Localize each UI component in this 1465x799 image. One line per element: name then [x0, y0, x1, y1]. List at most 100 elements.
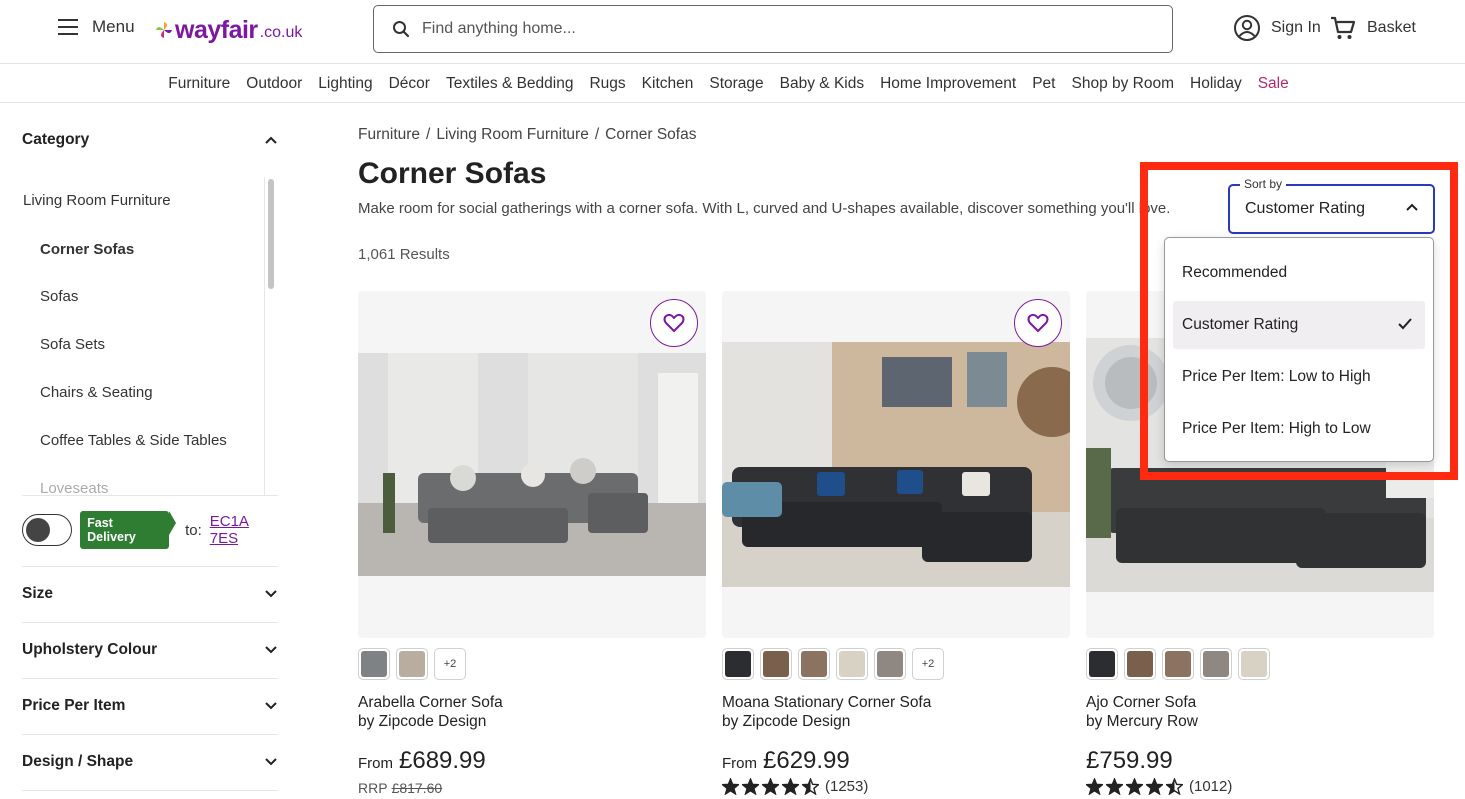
- sort-option-customer-rating[interactable]: Customer Rating: [1173, 301, 1425, 349]
- sign-in-button[interactable]: Sign In: [1233, 14, 1321, 42]
- nav-item-holiday[interactable]: Holiday: [1190, 75, 1242, 93]
- sort-select[interactable]: Customer Rating: [1228, 184, 1435, 234]
- product-image[interactable]: [722, 291, 1070, 638]
- breadcrumb-separator: /: [594, 126, 600, 143]
- product-card: +2 Arabella Corner Sofa by Zipcode Desig…: [358, 291, 706, 796]
- more-colors[interactable]: +2: [912, 648, 944, 680]
- nav-item-furniture[interactable]: Furniture: [168, 75, 230, 93]
- rrp-label: RRP: [358, 780, 388, 796]
- product-image[interactable]: [358, 291, 706, 638]
- category-parent-link[interactable]: Living Room Furniture: [23, 192, 171, 209]
- color-swatch[interactable]: [1124, 648, 1156, 680]
- checkmark-icon: [1398, 318, 1412, 330]
- fast-delivery-toggle[interactable]: [22, 514, 73, 546]
- color-swatch[interactable]: [874, 648, 906, 680]
- nav-item-shop-by-room[interactable]: Shop by Room: [1071, 75, 1174, 93]
- color-swatch[interactable]: [358, 648, 390, 680]
- heart-icon: [663, 313, 685, 332]
- facet-design-shape-label: Design / Shape: [22, 753, 134, 770]
- search-bar: [373, 5, 1173, 53]
- sofa-photo: [722, 342, 1070, 587]
- category-header[interactable]: Category: [22, 129, 278, 151]
- category-item-chairs-seating[interactable]: Chairs & Seating: [40, 384, 153, 401]
- color-swatch[interactable]: [760, 648, 792, 680]
- sofa-photo: [358, 353, 706, 576]
- wishlist-button[interactable]: [650, 299, 698, 347]
- star-icon: [802, 778, 819, 795]
- chevron-up-icon: [265, 136, 277, 144]
- option-label: Price Per Item: High to Low: [1182, 420, 1371, 437]
- product-price: From £629.99: [722, 747, 850, 775]
- product-name: Arabella Corner Sofa: [358, 694, 503, 711]
- nav-item-baby-kids[interactable]: Baby & Kids: [780, 75, 864, 93]
- sort-option-price-low-high[interactable]: Price Per Item: Low to High: [1173, 353, 1425, 401]
- star-icon: [782, 778, 799, 795]
- page-description: Make room for social gatherings with a c…: [358, 200, 1171, 217]
- color-swatch[interactable]: [722, 648, 754, 680]
- category-nav: Furniture Outdoor Lighting Décor Textile…: [0, 65, 1465, 103]
- chevron-up-icon: [1406, 203, 1418, 211]
- chevron-down-icon: [265, 758, 277, 766]
- product-rating[interactable]: (1012): [1086, 778, 1232, 795]
- product-title[interactable]: Ajo Corner Sofa by Mercury Row: [1086, 693, 1198, 731]
- hamburger-icon: [58, 19, 78, 35]
- color-swatch[interactable]: [836, 648, 868, 680]
- product-brand: by Zipcode Design: [722, 713, 851, 730]
- product-name: Moana Stationary Corner Sofa: [722, 694, 932, 711]
- breadcrumb-furniture[interactable]: Furniture: [358, 126, 420, 144]
- color-swatch[interactable]: [396, 648, 428, 680]
- nav-item-lighting[interactable]: Lighting: [318, 75, 372, 93]
- chevron-down-icon: [265, 590, 277, 598]
- category-item-sofa-sets[interactable]: Sofa Sets: [40, 336, 105, 353]
- star-icon: [1126, 778, 1143, 795]
- nav-item-textiles-bedding[interactable]: Textiles & Bedding: [446, 75, 574, 93]
- category-item-corner-sofas[interactable]: Corner Sofas: [40, 241, 134, 258]
- nav-item-storage[interactable]: Storage: [709, 75, 763, 93]
- breadcrumb-corner-sofas[interactable]: Corner Sofas: [605, 126, 696, 144]
- star-icon: [1146, 778, 1163, 795]
- option-label: Price Per Item: Low to High: [1182, 368, 1371, 385]
- facet-upholstery-colour[interactable]: Upholstery Colour: [22, 622, 278, 678]
- wishlist-button[interactable]: [1014, 299, 1062, 347]
- product-title[interactable]: Moana Stationary Corner Sofa by Zipcode …: [722, 693, 931, 731]
- sort-option-recommended[interactable]: Recommended: [1173, 249, 1425, 297]
- postcode-link[interactable]: EC1A 7ES: [210, 513, 278, 547]
- category-scrollbar-thumb[interactable]: [268, 179, 274, 289]
- product-rating[interactable]: (1253): [722, 778, 868, 795]
- more-colors[interactable]: +2: [434, 648, 466, 680]
- facet-design-shape[interactable]: Design / Shape: [22, 734, 278, 790]
- basket-button[interactable]: Basket: [1329, 14, 1416, 42]
- star-icon: [722, 778, 739, 795]
- review-count: (1253): [825, 778, 869, 795]
- results-count: 1,061 Results: [358, 246, 450, 263]
- nav-item-decor[interactable]: Décor: [389, 75, 430, 93]
- sort-option-price-high-low[interactable]: Price Per Item: High to Low: [1173, 405, 1425, 453]
- cart-icon: [1331, 16, 1356, 39]
- color-swatch[interactable]: [1162, 648, 1194, 680]
- nav-item-sale[interactable]: Sale: [1258, 75, 1289, 93]
- search-input[interactable]: [422, 20, 1122, 38]
- color-swatch[interactable]: [798, 648, 830, 680]
- heart-icon: [1027, 313, 1049, 332]
- menu-button[interactable]: Menu: [58, 17, 135, 37]
- nav-item-pet[interactable]: Pet: [1032, 75, 1055, 93]
- logo-word: wayfair: [175, 16, 258, 44]
- rrp-amount: £817.60: [391, 780, 443, 796]
- nav-item-rugs[interactable]: Rugs: [589, 75, 625, 93]
- color-swatch[interactable]: [1200, 648, 1232, 680]
- category-item-sofas[interactable]: Sofas: [40, 288, 78, 305]
- product-title[interactable]: Arabella Corner Sofa by Zipcode Design: [358, 693, 503, 731]
- category-item-coffee-tables[interactable]: Coffee Tables & Side Tables: [40, 432, 227, 449]
- breadcrumb-living-room-furniture[interactable]: Living Room Furniture: [436, 126, 588, 144]
- facet-size[interactable]: Size: [22, 566, 278, 622]
- nav-item-kitchen[interactable]: Kitchen: [642, 75, 694, 93]
- facet-price-per-item[interactable]: Price Per Item: [22, 678, 278, 734]
- price-from-label: From: [722, 755, 757, 772]
- nav-item-home-improvement[interactable]: Home Improvement: [880, 75, 1016, 93]
- logo-tld: .co.uk: [259, 24, 303, 41]
- color-swatch[interactable]: [1086, 648, 1118, 680]
- color-swatch[interactable]: [1238, 648, 1270, 680]
- wayfair-logo[interactable]: wayfair .co.uk: [155, 16, 302, 44]
- category-scrollbar[interactable]: [264, 177, 276, 495]
- nav-item-outdoor[interactable]: Outdoor: [246, 75, 302, 93]
